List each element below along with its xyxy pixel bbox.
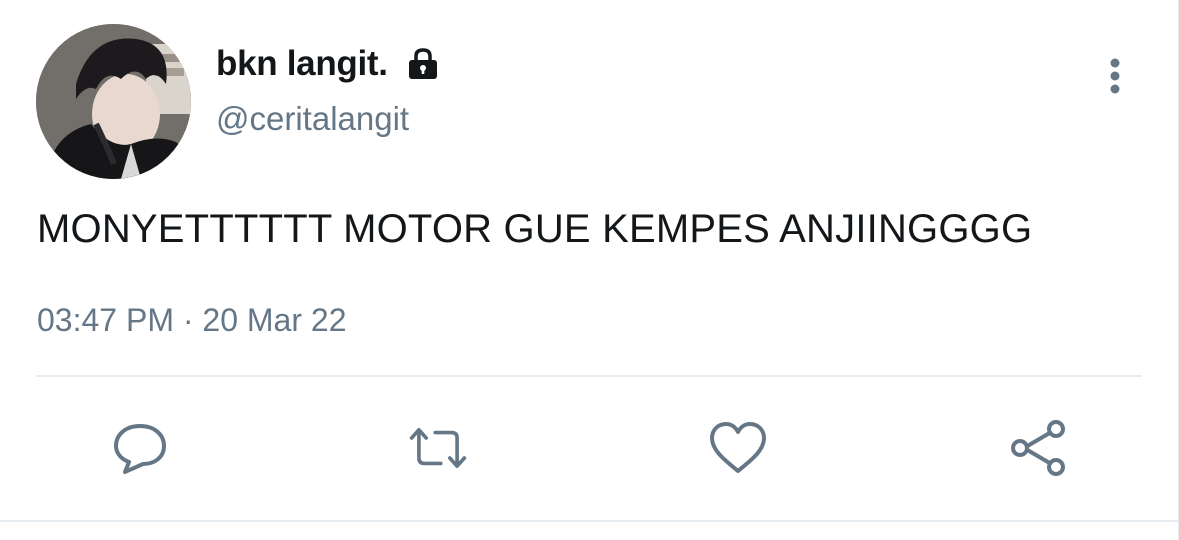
lock-icon — [406, 47, 440, 81]
heart-icon — [710, 422, 766, 473]
reply-button[interactable] — [110, 418, 170, 478]
retweet-button[interactable] — [408, 418, 468, 478]
like-button[interactable] — [708, 418, 768, 478]
more-options-button[interactable] — [1098, 52, 1132, 100]
tweet-text: MONYETTTTTT MOTOR GUE KEMPES ANJIINGGGG — [37, 207, 1033, 251]
avatar-photo — [36, 24, 191, 179]
user-handle[interactable]: @ceritalangit — [216, 100, 409, 138]
reply-icon — [114, 424, 166, 474]
bottom-border — [0, 520, 1179, 522]
tweet-card: bkn langit. @ceritalangit MONYETTTTTT MO… — [0, 0, 1179, 540]
more-vertical-icon — [1110, 58, 1120, 94]
share-button[interactable] — [1008, 418, 1068, 478]
retweet-icon — [409, 428, 467, 468]
avatar[interactable] — [36, 24, 191, 179]
display-name[interactable]: bkn langit. — [216, 44, 388, 84]
share-icon — [1011, 420, 1065, 476]
tweet-timestamp[interactable]: 03:47 PM · 20 Mar 22 — [37, 302, 346, 339]
display-name-row: bkn langit. — [216, 40, 440, 88]
divider — [36, 375, 1142, 377]
